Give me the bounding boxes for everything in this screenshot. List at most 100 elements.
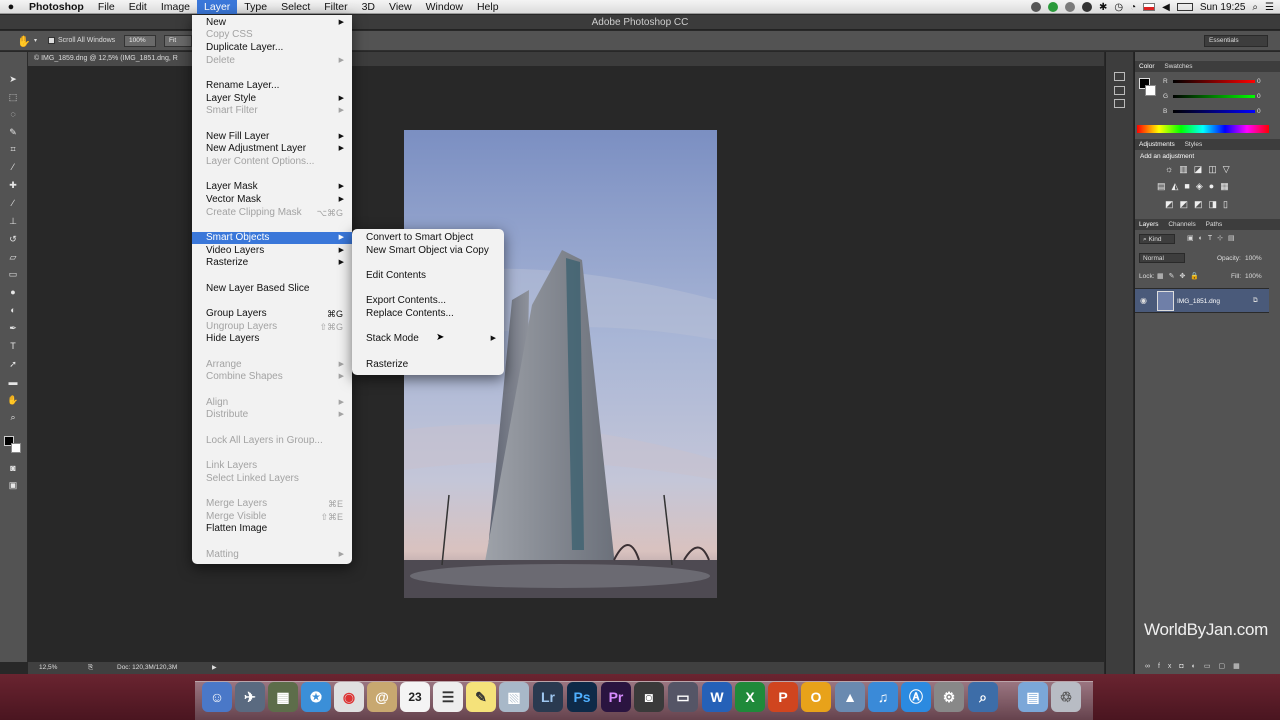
menu-help[interactable]: Help bbox=[470, 0, 506, 14]
shape-tool-icon[interactable]: ▬ bbox=[7, 377, 19, 387]
info-panel-icon[interactable] bbox=[1114, 99, 1125, 108]
menu-item-new-adjustment-layer[interactable]: New Adjustment Layer ▶ bbox=[192, 143, 352, 155]
menu-item-layer-style[interactable]: Layer Style ▶ bbox=[192, 93, 352, 105]
lasso-tool-icon[interactable]: ◌ bbox=[7, 109, 19, 119]
notification-center-icon[interactable]: ☰ bbox=[1265, 2, 1274, 13]
green-value[interactable]: 0 bbox=[1257, 93, 1261, 100]
healing-brush-tool-icon[interactable]: ✚ bbox=[7, 180, 19, 190]
document-tab[interactable]: © IMG_1859.dng @ 12,5% (IMG_1851.dng, R bbox=[28, 52, 193, 66]
layer-row[interactable]: ◉ IMG_1851.dng ⧉ bbox=[1135, 288, 1269, 313]
wifi-icon[interactable]: ◔ bbox=[1130, 2, 1136, 13]
powerpoint-icon[interactable]: P bbox=[768, 682, 798, 712]
tab-styles[interactable]: Styles bbox=[1185, 141, 1203, 148]
itunes-icon[interactable]: ♫ bbox=[868, 682, 898, 712]
time-machine-icon[interactable]: ◷ bbox=[1114, 2, 1123, 13]
tool-preset-arrow-icon[interactable]: ▾ bbox=[34, 37, 37, 44]
submenu-item-new-smart-object-via-copy[interactable]: New Smart Object via Copy bbox=[352, 245, 504, 257]
lock-icons[interactable]: ▦✎✥🔒 bbox=[1157, 272, 1204, 280]
blend-mode-select[interactable]: Normal bbox=[1139, 253, 1185, 263]
status-menu-arrow-icon[interactable]: ▶ bbox=[212, 662, 217, 674]
search-icon[interactable]: ⌕ bbox=[1252, 2, 1258, 13]
blue-slider[interactable] bbox=[1173, 110, 1255, 113]
calendar-icon[interactable]: 23 bbox=[400, 682, 430, 712]
history-brush-tool-icon[interactable]: ↺ bbox=[7, 234, 19, 244]
chrome-icon[interactable]: ◉ bbox=[334, 682, 364, 712]
visibility-eye-icon[interactable]: ◉ bbox=[1140, 296, 1147, 305]
path-selection-tool-icon[interactable]: ➚ bbox=[7, 359, 19, 369]
submenu-item-stack-mode[interactable]: Stack Mode ▶ bbox=[352, 333, 504, 345]
menu-item-flatten-image[interactable]: Flatten Image bbox=[192, 523, 352, 535]
brush-tool-icon[interactable]: ∕ bbox=[7, 198, 19, 208]
layer-name[interactable]: IMG_1851.dng bbox=[1177, 298, 1220, 305]
menu-item-layer-mask[interactable]: Layer Mask ▶ bbox=[192, 181, 352, 193]
word-icon[interactable]: W bbox=[702, 682, 732, 712]
menu-view[interactable]: View bbox=[382, 0, 419, 14]
blur-tool-icon[interactable]: ● bbox=[7, 287, 19, 297]
properties-panel-icon[interactable] bbox=[1114, 86, 1125, 95]
menu-item-hide-layers[interactable]: Hide Layers bbox=[192, 333, 352, 345]
tab-paths[interactable]: Paths bbox=[1206, 221, 1223, 228]
tab-layers[interactable]: Layers bbox=[1139, 221, 1159, 228]
mission-control-icon[interactable]: ▦ bbox=[268, 682, 298, 712]
volume-icon[interactable]: ◀ bbox=[1162, 2, 1170, 13]
type-tool-icon[interactable]: T bbox=[7, 341, 19, 351]
launchpad-icon[interactable]: ✈ bbox=[235, 682, 265, 712]
screen-mode-icon[interactable]: ▣ bbox=[7, 480, 19, 490]
hand-tool-icon[interactable]: ✋ bbox=[7, 395, 19, 405]
quick-mask-icon[interactable]: ◙ bbox=[7, 463, 19, 473]
status-icon[interactable] bbox=[1030, 2, 1041, 12]
menu-edit[interactable]: Edit bbox=[122, 0, 154, 14]
preview-icon[interactable]: ▧ bbox=[499, 682, 529, 712]
background-color-swatch[interactable] bbox=[11, 443, 21, 453]
menu-item-new[interactable]: New ▶ bbox=[192, 17, 352, 29]
menu-window[interactable]: Window bbox=[419, 0, 470, 14]
menu-type[interactable]: Type bbox=[237, 0, 274, 14]
submenu-item-replace-contents[interactable]: Replace Contents... bbox=[352, 308, 504, 320]
battery-icon[interactable] bbox=[1176, 3, 1193, 11]
menu-app[interactable]: Photoshop bbox=[22, 0, 91, 14]
menu-item-rasterize[interactable]: Rasterize ▶ bbox=[192, 257, 352, 269]
menu-item-rename-layer[interactable]: Rename Layer... bbox=[192, 80, 352, 92]
zoom-100-button[interactable]: 100% bbox=[124, 35, 156, 47]
finder-icon[interactable]: ☺ bbox=[202, 682, 232, 712]
adjustment-icons-row-3[interactable]: ◩◩◩◨▯ bbox=[1165, 199, 1234, 210]
color-bg-swatch[interactable] bbox=[1145, 85, 1156, 96]
menu-filter[interactable]: Filter bbox=[317, 0, 354, 14]
premiere-icon[interactable]: Pr bbox=[601, 682, 631, 712]
contacts-icon[interactable]: @ bbox=[367, 682, 397, 712]
quick-select-tool-icon[interactable]: ✎ bbox=[7, 127, 19, 137]
pen-tool-icon[interactable]: ✒ bbox=[7, 323, 19, 333]
outlook-icon[interactable]: O bbox=[801, 682, 831, 712]
keynote-icon[interactable]: ▲ bbox=[835, 682, 865, 712]
marquee-tool-icon[interactable]: ⬚ bbox=[7, 92, 19, 102]
adjustment-icons-row-1[interactable]: ☼▥◪◫▽ bbox=[1165, 164, 1236, 175]
photo-booth-icon[interactable]: ◙ bbox=[634, 682, 664, 712]
fit-screen-button[interactable]: Fit Scre bbox=[164, 35, 192, 47]
status-icon[interactable] bbox=[1047, 2, 1058, 12]
menu-3d[interactable]: 3D bbox=[355, 0, 382, 14]
system-preferences-icon[interactable]: ⚙ bbox=[934, 682, 964, 712]
stamp-tool-icon[interactable]: ⊥ bbox=[7, 216, 19, 226]
move-tool-icon[interactable]: ➤ bbox=[7, 74, 19, 84]
safari-icon[interactable]: ✪ bbox=[301, 682, 331, 712]
menu-layer[interactable]: Layer bbox=[197, 0, 238, 14]
app-store-icon[interactable]: Ⓐ bbox=[901, 682, 931, 712]
screen-sharing-icon[interactable]: ▭ bbox=[668, 682, 698, 712]
menu-item-new-fill-layer[interactable]: New Fill Layer ▶ bbox=[192, 131, 352, 143]
opacity-value[interactable]: 100% bbox=[1245, 255, 1262, 262]
hand-tool-icon[interactable]: ✋ bbox=[17, 35, 31, 48]
tab-swatches[interactable]: Swatches bbox=[1164, 63, 1192, 70]
fill-value[interactable]: 100% bbox=[1245, 273, 1262, 280]
menu-item-vector-mask[interactable]: Vector Mask ▶ bbox=[192, 194, 352, 206]
red-slider[interactable] bbox=[1173, 80, 1255, 83]
status-icon[interactable] bbox=[1064, 2, 1075, 12]
eyedropper-tool-icon[interactable]: ⁄ bbox=[7, 162, 19, 172]
menu-item-new-layer-based-slice[interactable]: New Layer Based Slice bbox=[192, 283, 352, 295]
submenu-item-export-contents[interactable]: Export Contents... bbox=[352, 295, 504, 307]
red-value[interactable]: 0 bbox=[1257, 78, 1261, 85]
bluetooth-icon[interactable]: ✱ bbox=[1099, 2, 1107, 13]
excel-icon[interactable]: X bbox=[735, 682, 765, 712]
apple-icon[interactable]: ● bbox=[0, 1, 22, 13]
crop-tool-icon[interactable]: ⌗ bbox=[7, 144, 19, 154]
gradient-tool-icon[interactable]: ▭ bbox=[7, 269, 19, 279]
